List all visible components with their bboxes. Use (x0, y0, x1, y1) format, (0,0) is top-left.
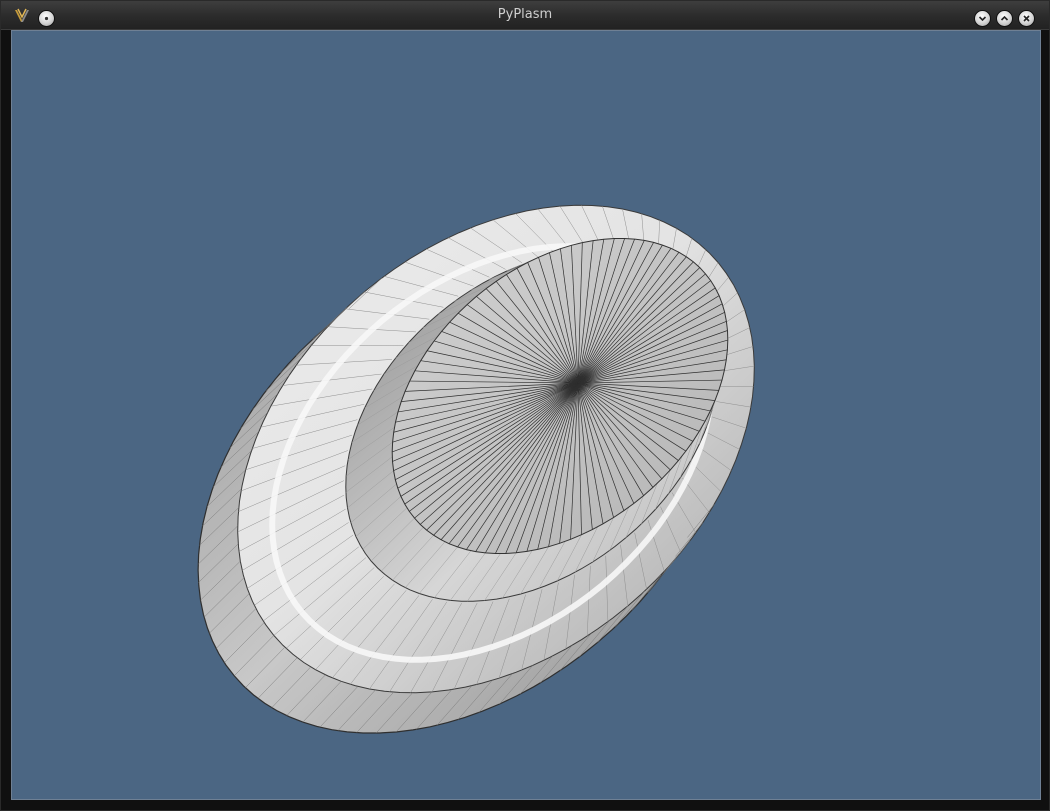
3d-viewport[interactable] (11, 30, 1041, 800)
chevron-up-icon (1000, 15, 1009, 21)
3d-model-render[interactable] (12, 31, 1040, 799)
title-bar[interactable]: PyPlasm (1, 1, 1049, 30)
minimize-button[interactable] (975, 11, 990, 26)
close-icon (1023, 15, 1030, 22)
window-title: PyPlasm (497, 7, 553, 22)
maximize-button[interactable] (997, 11, 1012, 26)
chevron-down-icon (978, 16, 987, 22)
model-body (197, 204, 755, 734)
close-button[interactable] (1019, 11, 1034, 26)
application-window: PyPlasm (0, 0, 1050, 811)
